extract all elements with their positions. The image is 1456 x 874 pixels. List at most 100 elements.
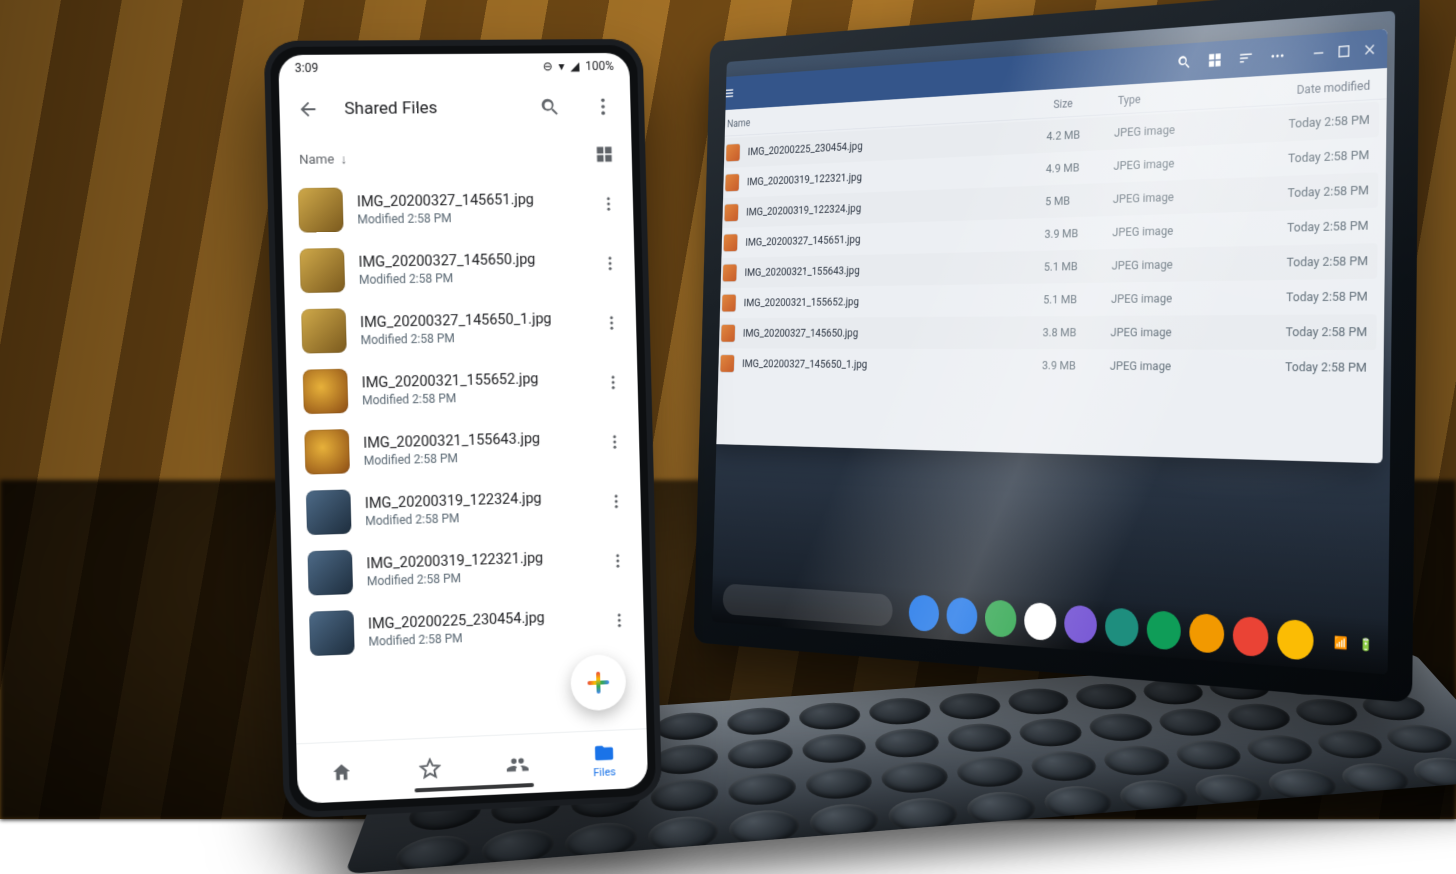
row-thumbnail xyxy=(720,355,734,372)
row-thumbnail xyxy=(723,264,737,281)
file-more-button[interactable] xyxy=(610,611,628,633)
keyboard-key xyxy=(936,691,1004,721)
file-meta: IMG_20200327_145650_1.jpgModified 2:58 P… xyxy=(360,309,590,347)
keyboard-key xyxy=(1289,697,1366,727)
row-date: Today 2:58 PM xyxy=(1235,112,1370,134)
row-date: Today 2:58 PM xyxy=(1235,147,1370,168)
row-date: Today 2:58 PM xyxy=(1233,289,1368,306)
row-name: IMG_20200327_145650.jpg xyxy=(743,325,1040,340)
file-meta: IMG_20200225_230454.jpgModified 2:58 PM xyxy=(368,607,597,648)
shelf-app-5[interactable] xyxy=(1064,605,1097,645)
file-more-button[interactable] xyxy=(603,314,621,336)
shelf-app-9[interactable] xyxy=(1233,616,1269,658)
keyboard-key xyxy=(879,760,951,795)
shelf-tray[interactable]: 📶 🔋 xyxy=(1334,635,1373,652)
file-thumbnail xyxy=(303,369,349,414)
keyboard-key xyxy=(563,820,639,860)
file-more-button[interactable] xyxy=(606,433,624,455)
sort-by-name[interactable]: Name ↓ xyxy=(299,151,347,168)
row-type: JPEG image xyxy=(1111,256,1229,273)
file-meta: IMG_20200321_155652.jpgModified 2:58 PM xyxy=(361,369,591,408)
file-thumbnail xyxy=(300,248,346,293)
file-item[interactable]: IMG_20200327_145651.jpgModified 2:58 PM xyxy=(288,176,628,241)
file-more-button[interactable] xyxy=(604,373,622,395)
file-more-button[interactable] xyxy=(601,254,619,276)
file-meta: IMG_20200319_122324.jpgModified 2:58 PM xyxy=(365,488,595,528)
overflow-button[interactable] xyxy=(585,89,621,125)
file-meta: IMG_20200327_145650.jpgModified 2:58 PM xyxy=(358,249,588,286)
more-icon[interactable] xyxy=(1269,47,1285,65)
laptop: Name Size Type Date modified IMG_2020022… xyxy=(694,0,1420,703)
shelf-app-3[interactable] xyxy=(985,599,1017,638)
keyboard-key xyxy=(391,833,475,874)
minimize-icon[interactable] xyxy=(1310,44,1326,62)
back-button[interactable] xyxy=(289,91,326,128)
row-size: 3.8 MB xyxy=(1042,325,1107,340)
shelf-app-6[interactable] xyxy=(1105,607,1139,647)
laptop-screen: Name Size Type Date modified IMG_2020022… xyxy=(712,11,1396,675)
row-type: JPEG image xyxy=(1110,359,1229,375)
row-thumbnail xyxy=(724,204,738,221)
file-more-button[interactable] xyxy=(609,552,627,574)
keyboard-key xyxy=(1099,744,1176,778)
shelf-app-7[interactable] xyxy=(1147,610,1182,651)
close-icon[interactable] xyxy=(1361,40,1378,59)
row-name: IMG_20200319_122321.jpg xyxy=(747,162,1043,189)
row-name: IMG_20200321_155643.jpg xyxy=(744,260,1041,279)
file-more-button[interactable] xyxy=(607,492,625,514)
file-meta: IMG_20200321_155643.jpgModified 2:58 PM xyxy=(363,428,593,467)
signal-icon: ◢ xyxy=(570,59,579,73)
shelf-app-8[interactable] xyxy=(1189,613,1224,654)
file-item[interactable]: IMG_20200225_230454.jpgModified 2:58 PM xyxy=(299,592,639,665)
grid-view-icon[interactable] xyxy=(1207,51,1223,69)
search-icon[interactable] xyxy=(1176,53,1191,71)
row-size: 3.9 MB xyxy=(1042,358,1107,373)
table-row[interactable]: IMG_20200327_145650_1.jpg3.9 MBJPEG imag… xyxy=(713,348,1376,385)
nav-home[interactable] xyxy=(296,741,386,804)
keyboard-key xyxy=(801,732,868,765)
row-type: JPEG image xyxy=(1113,188,1231,207)
dnd-icon: ⊖ xyxy=(542,59,552,73)
col-date[interactable]: Date modified xyxy=(1236,79,1371,101)
keyboard-key xyxy=(954,754,1027,789)
row-name: IMG_20200321_155652.jpg xyxy=(744,293,1041,310)
hamburger-icon[interactable] xyxy=(722,85,734,101)
row-thumbnail xyxy=(721,325,735,342)
table-row[interactable]: IMG_20200327_145650.jpg3.8 MBJPEG imageT… xyxy=(714,314,1376,350)
nav-files-label: Files xyxy=(593,765,616,779)
file-modified: Modified 2:58 PM xyxy=(362,387,591,407)
maximize-icon[interactable] xyxy=(1336,42,1353,61)
row-date: Today 2:58 PM xyxy=(1233,253,1368,271)
file-item[interactable]: IMG_20200327_145650.jpgModified 2:58 PM xyxy=(289,235,629,301)
keyboard-key xyxy=(1004,687,1073,716)
sort-bar: Name ↓ xyxy=(281,140,633,180)
file-item[interactable]: IMG_20200319_122324.jpgModified 2:58 PM xyxy=(296,473,636,543)
file-name: IMG_20200327_145650_1.jpg xyxy=(360,309,589,331)
status-time: 3:09 xyxy=(295,61,319,75)
keyboard-key xyxy=(1015,717,1087,749)
row-size: 5.1 MB xyxy=(1044,259,1109,275)
files-window: Name Size Type Date modified IMG_2020022… xyxy=(712,29,1388,464)
shelf-app-4[interactable]: ▶ xyxy=(1024,602,1057,641)
sort-label: Name xyxy=(299,152,334,168)
row-thumbnail xyxy=(724,234,738,251)
keyboard-key xyxy=(1027,749,1102,783)
nav-files[interactable]: Files xyxy=(560,729,648,791)
file-item[interactable]: IMG_20200321_155652.jpgModified 2:58 PM xyxy=(292,354,632,422)
keyboard-key xyxy=(868,696,934,726)
wifi-icon: 📶 xyxy=(1334,635,1348,650)
view-toggle-button[interactable] xyxy=(594,144,614,168)
file-more-button[interactable] xyxy=(599,195,617,217)
shelf-app-1[interactable] xyxy=(909,594,940,632)
search-button[interactable] xyxy=(532,89,568,125)
col-type[interactable]: Type xyxy=(1118,87,1236,108)
sort-icon[interactable] xyxy=(1238,49,1254,67)
launcher-pill[interactable] xyxy=(723,583,893,626)
col-size[interactable]: Size xyxy=(1053,94,1118,112)
keyboard-key xyxy=(1170,738,1248,771)
shelf-app-2[interactable] xyxy=(946,597,977,635)
shelf-app-10[interactable] xyxy=(1277,619,1314,661)
row-date: Today 2:58 PM xyxy=(1234,183,1369,203)
file-item[interactable]: IMG_20200327_145650_1.jpgModified 2:58 P… xyxy=(291,295,631,362)
file-item[interactable]: IMG_20200321_155643.jpgModified 2:58 PM xyxy=(294,414,634,483)
